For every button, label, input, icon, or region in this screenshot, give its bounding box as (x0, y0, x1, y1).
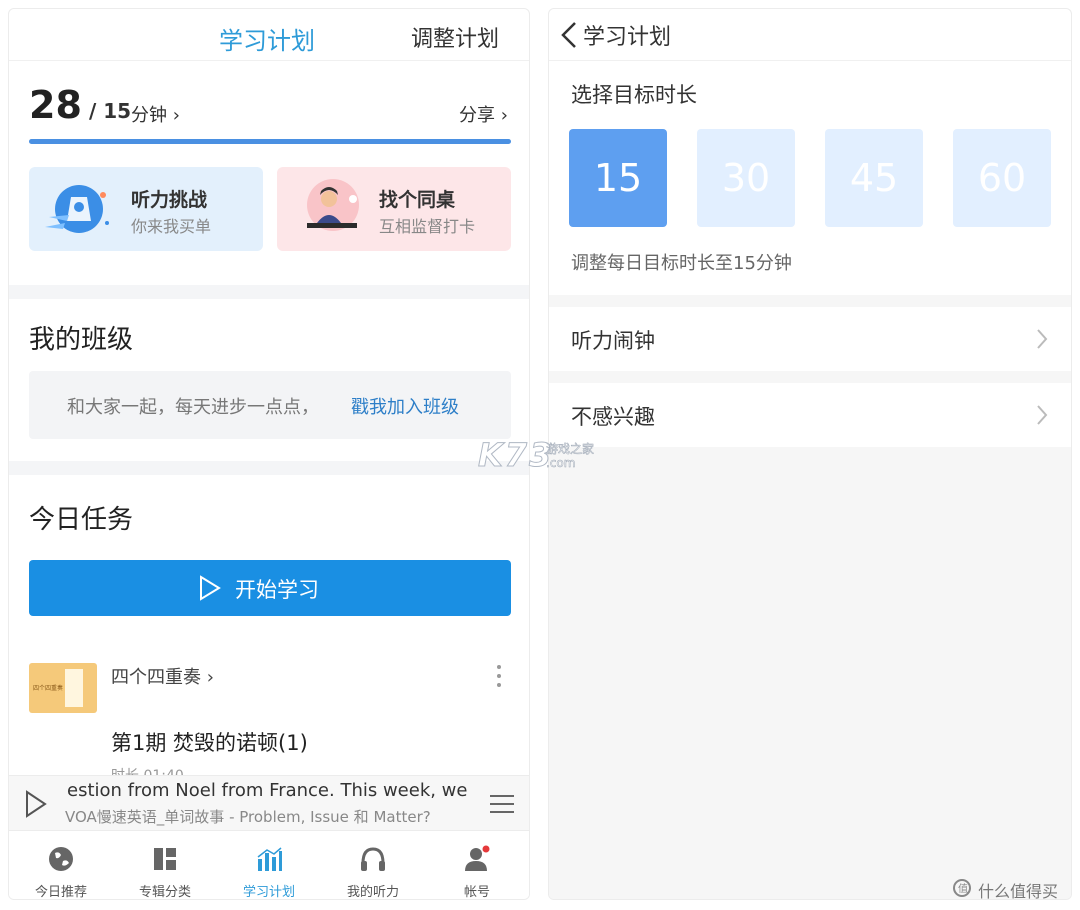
tab-my-listening[interactable]: 我的听力 (321, 831, 425, 900)
section-divider (9, 461, 529, 475)
section-divider (9, 285, 529, 299)
duration-option-15[interactable]: 15 (569, 129, 667, 227)
smzdm-watermark: 什么值得买 (978, 882, 1059, 901)
goal-hint: 调整每日目标时长至15分钟 (571, 253, 792, 274)
more-vertical-icon[interactable] (487, 661, 511, 691)
episode-duration: 时长 01:40 (111, 765, 184, 775)
album-cover-page (65, 669, 83, 707)
episode-title[interactable]: 第1期 焚毁的诺顿(1) (111, 727, 308, 757)
headphones-icon (361, 847, 385, 871)
row-label: 听力闹钟 (571, 329, 655, 353)
adjust-plan-button[interactable]: 调整计划 (411, 21, 499, 53)
back-chevron-icon[interactable] (559, 21, 579, 49)
listening-alarm-row[interactable]: 听力闹钟 (549, 307, 1071, 371)
join-class-link[interactable]: 戳我加入班级 (351, 393, 459, 419)
k73-watermark-line2: .com (546, 456, 576, 471)
section-divider (549, 371, 1071, 383)
start-learning-button[interactable]: 开始学习 (29, 560, 511, 616)
page-title: 学习计划 (583, 25, 672, 50)
play-icon[interactable] (25, 790, 47, 818)
now-playing-album: VOA慢速英语_单词故事 - Problem, Issue 和 Matter? (65, 808, 431, 826)
minutes-goal: / 15 (89, 99, 132, 123)
k73-watermark-line1: 游戏之家 (546, 442, 595, 457)
chevron-right-icon (1037, 405, 1048, 425)
smzdm-logo-icon: 值 (953, 879, 971, 897)
top-header: 学习计划 调整计划 (9, 9, 529, 61)
rocket-icon (45, 185, 109, 233)
listening-challenge-card[interactable]: 听力挑战 你来我买单 (29, 167, 263, 251)
minutes-unit-link[interactable]: 分钟 › (131, 101, 180, 127)
find-deskmate-card[interactable]: 找个同桌 互相监督打卡 (277, 167, 511, 251)
globe-icon (49, 847, 73, 871)
person-desk-icon (307, 179, 359, 231)
chart-icon (257, 847, 282, 871)
start-learning-label: 开始学习 (235, 578, 319, 602)
album-link[interactable]: 四个四重奏 › (111, 663, 214, 689)
album-cover[interactable]: 四个四重奏 (29, 663, 97, 713)
mini-player[interactable]: estion from Noel from France. This week,… (9, 775, 529, 831)
now-playing-text: estion from Noel from France. This week,… (67, 780, 468, 801)
minutes-studied: 28 (29, 83, 82, 127)
tab-categories[interactable]: 专辑分类 (113, 831, 217, 900)
tab-today[interactable]: 今日推荐 (9, 831, 113, 900)
tab-label: 帐号 (463, 885, 490, 900)
today-task-heading: 今日任务 (29, 505, 134, 535)
row-label: 不感兴趣 (571, 405, 655, 429)
join-class-banner[interactable]: 和大家一起，每天进步一点点， 戳我加入班级 (29, 371, 511, 439)
card-subtitle: 你来我买单 (131, 217, 212, 236)
tab-label: 我的听力 (346, 885, 399, 900)
account-icon (465, 845, 490, 871)
join-class-text: 和大家一起，每天进步一点点， (67, 397, 319, 418)
section-divider (549, 295, 1071, 307)
progress-bar (29, 139, 511, 144)
select-goal-heading: 选择目标时长 (571, 83, 697, 107)
tab-label: 今日推荐 (34, 885, 87, 900)
card-subtitle: 互相监督打卡 (379, 217, 476, 236)
duration-option-30[interactable]: 30 (697, 129, 795, 227)
tab-label: 专辑分类 (138, 885, 191, 900)
svg-text:值: 值 (958, 882, 968, 895)
my-class-heading: 我的班级 (29, 325, 134, 355)
tab-study-plan[interactable]: 学习计划 (217, 831, 321, 900)
album-cover-text: 四个四重奏 (33, 685, 64, 692)
duration-option-60[interactable]: 60 (953, 129, 1051, 227)
progress-bar-fill (29, 139, 511, 144)
study-plan-screen: 学习计划 调整计划 28 / 15 分钟 › 分享 › 听力挑战 你来我买单 找… (8, 8, 530, 900)
k73-watermark: K73 (477, 436, 554, 475)
top-header: 学习计划 (549, 9, 1071, 61)
playlist-icon[interactable] (489, 792, 515, 816)
progress-section: 28 / 15 分钟 › 分享 › 听力挑战 你来我买单 找个同桌 互相监督打卡 (9, 61, 529, 285)
goal-duration-screen: 学习计划 选择目标时长 15 30 45 60 调整每日目标时长至15分钟 听力… (548, 8, 1072, 900)
page-title: 学习计划 (219, 27, 315, 55)
chevron-right-icon (1037, 329, 1048, 349)
card-title: 听力挑战 (131, 189, 208, 211)
category-icon (154, 848, 176, 870)
empty-background (549, 447, 1071, 899)
share-button[interactable]: 分享 › (459, 101, 508, 127)
tab-account[interactable]: 帐号 (425, 831, 529, 900)
tab-label: 学习计划 (242, 885, 295, 900)
not-interested-row[interactable]: 不感兴趣 (549, 383, 1071, 447)
bottom-tab-bar: 今日推荐 专辑分类 学习计划 我的听力 帐号 (9, 831, 529, 900)
play-icon (200, 575, 221, 601)
duration-option-45[interactable]: 45 (825, 129, 923, 227)
card-title: 找个同桌 (379, 189, 456, 211)
